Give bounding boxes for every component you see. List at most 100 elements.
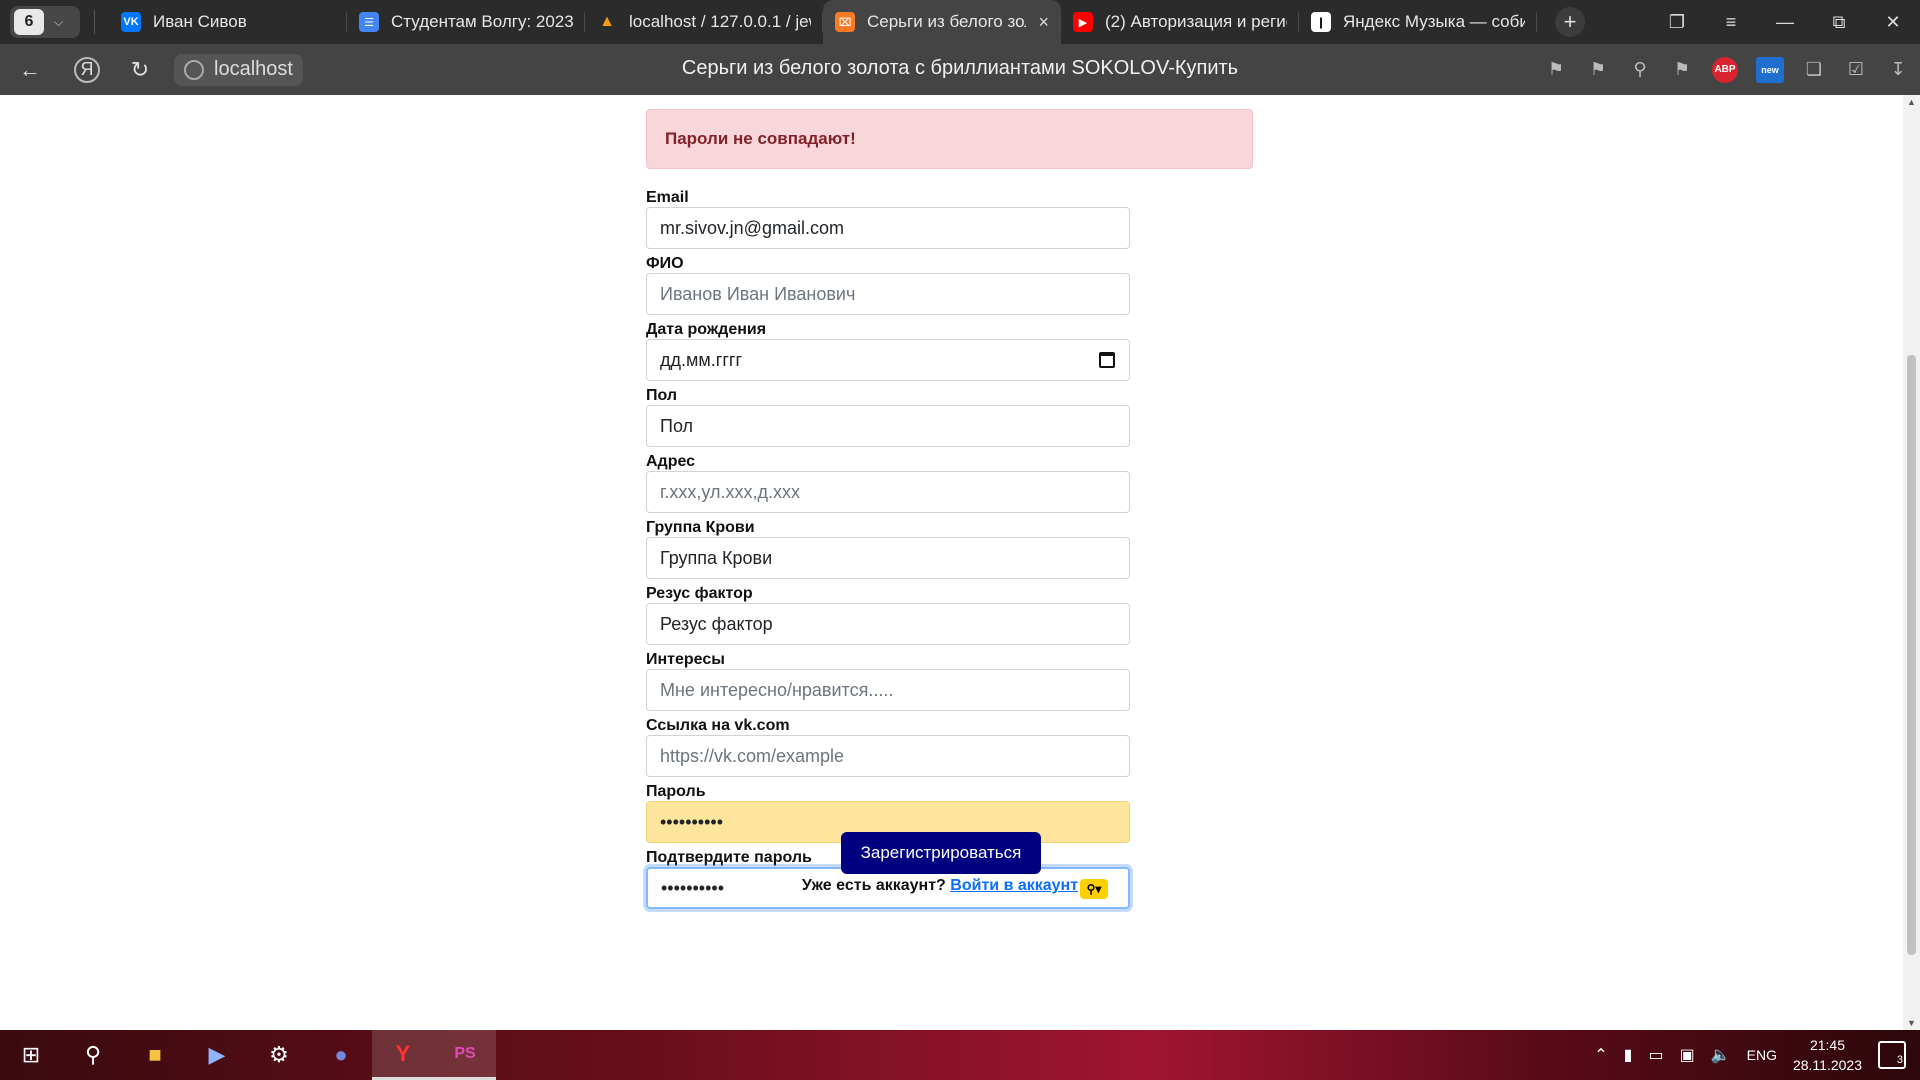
search-icon[interactable]: ⚲ (62, 1030, 124, 1080)
field-gender: Пол Пол (646, 385, 1130, 451)
usb-icon[interactable]: ▮ (1624, 1045, 1633, 1065)
field-label: Пароль (646, 783, 706, 800)
notifications-icon[interactable]: 3 (1878, 1041, 1906, 1069)
system-tray: ⌃ ▮ ▭ ▣ 🔈 ENG 21:45 28.11.2023 3 (1594, 1030, 1920, 1080)
close-window-icon[interactable]: ✕ (1866, 12, 1920, 33)
chevron-down-icon: ⌵ (54, 14, 64, 29)
phpstorm-icon[interactable]: PS (434, 1030, 496, 1080)
chevron-up-icon[interactable]: ⌃ (1594, 1045, 1607, 1065)
error-alert: Пароли не совпадают! (646, 109, 1253, 169)
scrollbar-thumb[interactable] (1907, 355, 1916, 955)
translate-page-icon[interactable]: ⚑ (1586, 58, 1610, 82)
new-extension-icon[interactable]: new (1756, 56, 1784, 83)
address-input[interactable]: г.xxx,ул.xxx,д.xxx (646, 471, 1130, 513)
field-email: Email mr.sivov.jn@gmail.com (646, 187, 1130, 253)
field-fio: ФИО Иванов Иван Иванович (646, 253, 1130, 319)
yandex-browser-icon[interactable]: Y (372, 1030, 434, 1080)
language-indicator[interactable]: ENG (1747, 1047, 1777, 1063)
tab-docs[interactable]: ☰ Студентам Волгу: 2023/2 (347, 0, 585, 44)
steam-icon[interactable]: ⚙ (248, 1030, 310, 1080)
register-button[interactable]: Зарегистрироваться (841, 832, 1041, 874)
field-label: Ссылка на vk.com (646, 717, 790, 734)
login-link[interactable]: Войти в аккаунт (950, 877, 1078, 894)
gender-input[interactable]: Пол (646, 405, 1130, 447)
field-blood-group: Группа Крови Группа Крови (646, 517, 1130, 583)
field-label: Группа Крови (646, 519, 755, 536)
clock[interactable]: 21:45 28.11.2023 (1793, 1035, 1862, 1075)
field-label: Пол (646, 387, 678, 404)
new-tab-button[interactable]: + (1555, 7, 1585, 37)
window-controls: ❐ ≡ — ⧉ ✕ (1650, 0, 1920, 44)
tab-title: localhost / 127.0.0.1 / jew (629, 12, 811, 31)
windows-start-icon[interactable]: ⊞ (0, 1030, 62, 1080)
tab-phpmyadmin[interactable]: ▲ localhost / 127.0.0.1 / jew (585, 0, 823, 44)
divider (94, 10, 95, 34)
discord-icon[interactable]: ● (310, 1030, 372, 1080)
tab-yandex-music[interactable]: ❙ Яндекс Музыка — собир (1299, 0, 1537, 44)
scroll-down-icon[interactable]: ▼ (1903, 1018, 1920, 1028)
email-input[interactable]: mr.sivov.jn@gmail.com (646, 207, 1130, 249)
phpmyadmin-icon: ▲ (599, 13, 615, 30)
field-vk-link: Ссылка на vk.com https://vk.com/example (646, 715, 1130, 781)
vk-link-input[interactable]: https://vk.com/example (646, 735, 1130, 777)
bookmark-icon[interactable]: ⚑ (1670, 58, 1694, 82)
collections-icon[interactable]: ❐ (1650, 12, 1704, 33)
xampp-icon: ⌧ (835, 12, 855, 32)
back-icon[interactable]: ← (10, 50, 50, 90)
calendar-icon[interactable] (1099, 352, 1115, 368)
field-address: Адрес г.xxx,ул.xxx,д.xxx (646, 451, 1130, 517)
tab-title: Студентам Волгу: 2023/2 (391, 12, 573, 31)
password-manager-icon[interactable]: ☑ (1844, 58, 1868, 82)
reload-icon[interactable]: ↻ (120, 50, 160, 90)
network-icon[interactable]: ▣ (1680, 1045, 1695, 1065)
volume-icon[interactable]: 🔈 (1711, 1045, 1731, 1065)
youtube-icon: ▶ (1073, 12, 1093, 32)
notification-count: 3 (1896, 1054, 1903, 1066)
battery-icon[interactable]: ▭ (1648, 1045, 1663, 1065)
minimize-icon[interactable]: — (1758, 12, 1812, 33)
field-interests: Интересы Мне интересно/нравится..... (646, 649, 1130, 715)
field-label: Резус фактор (646, 585, 753, 602)
interests-input[interactable]: Мне интересно/нравится..... (646, 669, 1130, 711)
field-label: Интересы (646, 651, 725, 668)
address-text: localhost (214, 58, 293, 80)
globe-icon (184, 59, 204, 80)
registration-form: Email mr.sivov.jn@gmail.com ФИО Иванов И… (646, 187, 1130, 913)
close-icon[interactable]: × (1038, 12, 1049, 33)
docs-icon: ☰ (359, 12, 379, 32)
rh-factor-input[interactable]: Резус фактор (646, 603, 1130, 645)
tab-title: Иван Сивов (153, 12, 247, 31)
restore-icon[interactable]: ⧉ (1812, 12, 1866, 33)
tab-title: Яндекс Музыка — собир (1343, 12, 1525, 31)
tab-title: Серьги из белого золо (867, 12, 1027, 31)
file-explorer-icon[interactable]: ■ (124, 1030, 186, 1080)
fio-input[interactable]: Иванов Иван Иванович (646, 273, 1130, 315)
login-prompt: Уже есть аккаунт? Войти в аккаунт (646, 877, 1234, 895)
birthdate-input[interactable]: дд.мм.гггг (646, 339, 1130, 381)
yandex-icon[interactable]: Я (74, 56, 100, 83)
tab-vk[interactable]: VK Иван Сивов (109, 0, 347, 44)
tab-counter-button[interactable]: 6 ⌵ (10, 6, 80, 38)
scrollbar[interactable]: ▲ ▼ (1903, 95, 1920, 1030)
field-label: Email (646, 189, 689, 206)
tab-title: (2) Авторизация и регис (1105, 12, 1287, 31)
sidebar-icon[interactable]: ❏ (1802, 58, 1826, 82)
adblock-icon[interactable]: ABP (1712, 56, 1738, 83)
field-label: Адрес (646, 453, 696, 470)
tab-active[interactable]: ⌧ Серьги из белого золо × (823, 0, 1061, 44)
vk-icon: VK (121, 12, 141, 32)
reader-icon[interactable]: ⚲ (1628, 58, 1652, 82)
field-label: Дата рождения (646, 321, 767, 338)
tab-count: 6 (14, 9, 44, 35)
menu-icon[interactable]: ≡ (1704, 12, 1758, 33)
address-bar[interactable]: localhost (174, 53, 303, 86)
scroll-up-icon[interactable]: ▲ (1903, 97, 1920, 107)
login-prompt-text: Уже есть аккаунт? (801, 877, 946, 894)
date-text: дд.мм.гггг (660, 349, 743, 370)
tab-youtube[interactable]: ▶ (2) Авторизация и регис (1061, 0, 1299, 44)
translate-icon[interactable]: ⚑ (1544, 58, 1568, 82)
download-icon[interactable]: ↧ (1886, 58, 1910, 82)
blood-group-input[interactable]: Группа Крови (646, 537, 1130, 579)
alert-text: Пароли не совпадают! (665, 129, 856, 148)
game-controller-icon[interactable]: ▶ (186, 1030, 248, 1080)
